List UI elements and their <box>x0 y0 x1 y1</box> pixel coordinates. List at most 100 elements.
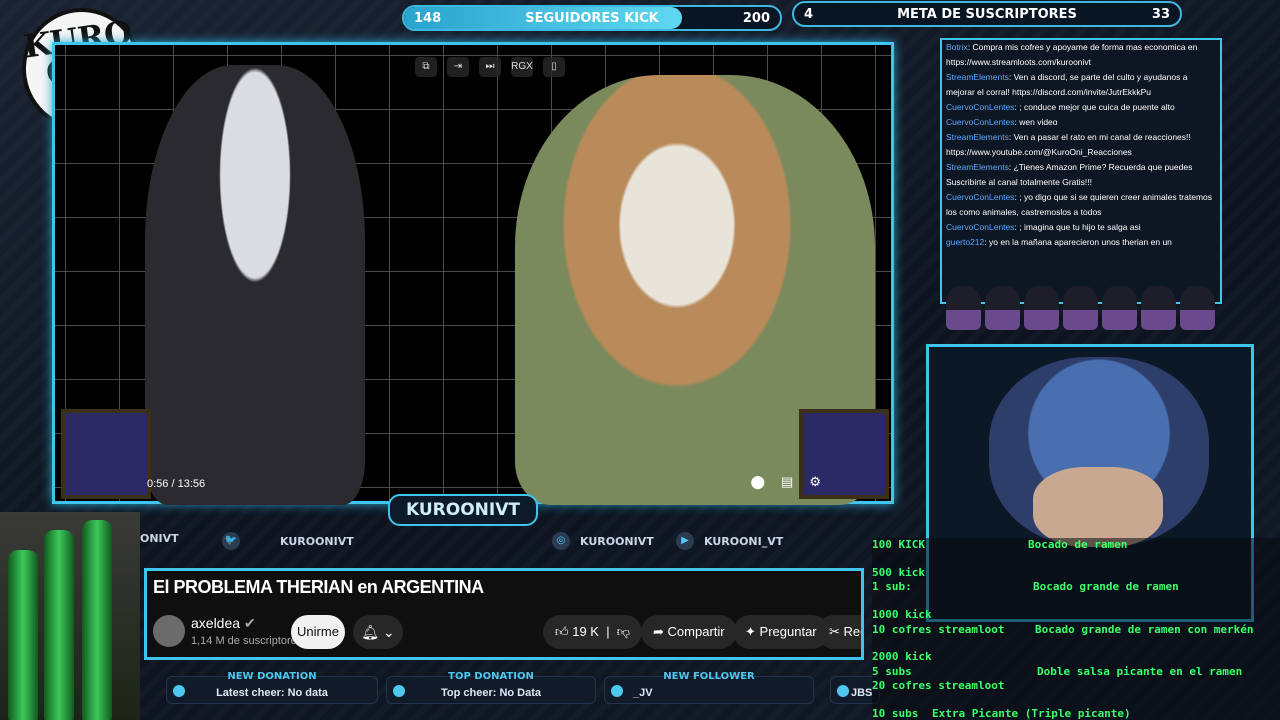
social-twitter: 🐦 KUROONIVT <box>222 532 354 550</box>
alert-value: Latest cheer: No data <box>216 687 328 699</box>
new-donation-widget: NEW DONATION Latest cheer: No data <box>166 671 378 704</box>
video-top-controls: ⧉ ⇥ ⏭ RGX ▯ <box>415 57 565 77</box>
bottle <box>8 550 38 720</box>
reward-name: Extra Picante (Triple picante) <box>932 707 1131 720</box>
alert-value: Top cheer: No Data <box>440 687 542 699</box>
twitter-icon: 🐦 <box>222 532 240 550</box>
social-instagram: ◎ KUROONIVT <box>552 532 654 550</box>
chat-username: StreamElements <box>946 72 1009 82</box>
rgx-extension-icon[interactable]: RGX <box>511 57 533 77</box>
like-button[interactable]: 👍︎ 19 K | 👎︎ <box>543 615 642 649</box>
subtitles-icon[interactable]: ▤ <box>781 474 793 490</box>
skip-icon[interactable]: ⏭ <box>479 57 501 77</box>
new-follower-widget: NEW FOLLOWER _JV <box>604 671 814 704</box>
reward-name: Bocado de ramen <box>1028 538 1128 551</box>
chat-message: CuervoConLentes: wen video <box>942 115 1220 130</box>
theater-icon[interactable]: ▯ <box>543 57 565 77</box>
instagram-icon: ◎ <box>552 532 570 550</box>
bottles-camera <box>0 512 140 720</box>
bottle <box>44 530 74 720</box>
chat-text: : yo en la mañana aparecieron unos theri… <box>984 237 1172 247</box>
join-button[interactable]: Unirme <box>291 615 345 649</box>
reward-cost: 10 cofres streamloot <box>872 623 1005 636</box>
mascot-character <box>1063 286 1098 330</box>
chat-text: : Compra mis cofres y apoyame de forma m… <box>946 42 1198 67</box>
notification-bell-button[interactable]: 🔔︎ ⌄ <box>353 615 403 649</box>
settings-icon[interactable]: ⚙ <box>809 474 821 490</box>
pixel-mascot-left <box>61 409 151 499</box>
exit-icon[interactable]: ⇥ <box>447 57 469 77</box>
chat-username: CuervoConLentes <box>946 102 1015 112</box>
bell-icon: 🔔︎ ⌄ <box>361 624 395 640</box>
chat-username: StreamElements <box>946 132 1009 142</box>
alert-label: TOP DONATION <box>448 671 534 682</box>
sub-goal-target: 33 <box>1151 6 1170 22</box>
chat-username: StreamElements <box>946 162 1009 172</box>
reward-name: Bocado grande de ramen <box>1033 580 1179 593</box>
mascot-character-row <box>946 286 1215 330</box>
social-left-text: ONIVT <box>140 532 179 545</box>
video-timecode: 0:56 / 13:56 <box>147 478 206 490</box>
chat-username: CuervoConLentes <box>946 222 1015 232</box>
scissors-icon: ✂ <box>829 624 840 639</box>
mascot-character <box>985 286 1020 330</box>
alert-label: NEW DONATION <box>227 671 317 682</box>
alert-label: NEW FOLLOWER <box>663 671 755 682</box>
alert-value: _JV <box>633 687 653 699</box>
chat-text: : ; imagina que tu hijo te salga asi <box>1014 222 1141 232</box>
social-youtube: ▶ KUROONI_VT <box>676 532 783 550</box>
streamer-name-badge: KUROONIVT <box>388 494 538 526</box>
top-donation-widget: TOP DONATION Top cheer: No Data <box>386 671 596 704</box>
chat-message: StreamElements: ¿Tienes Amazon Prime? Re… <box>942 160 1220 190</box>
share-button[interactable]: ➦ Compartir <box>641 615 737 649</box>
chat-message: Botrix: Compra mis cofres y apoyame de f… <box>942 40 1220 70</box>
chat-text: : ; conduce mejor que cuica de puente al… <box>1014 102 1175 112</box>
avatar-face <box>1033 467 1163 547</box>
mascot-character <box>946 286 981 330</box>
ask-button[interactable]: ✦ Preguntar <box>733 615 829 649</box>
twitter-handle: KUROONIVT <box>280 534 354 548</box>
youtube-handle: KUROONI_VT <box>704 534 784 548</box>
mascot-character <box>1024 286 1059 330</box>
miniplayer-icon[interactable]: ⧉ <box>415 57 437 77</box>
reward-name: Doble salsa picante en el ramen <box>1037 665 1243 678</box>
clip-button[interactable]: ✂ Rec <box>817 615 861 649</box>
social-left-label: ONIVT <box>140 532 179 545</box>
bottle <box>82 520 112 720</box>
reward-cost: 2000 kick <box>872 650 932 663</box>
subscriber-icon <box>837 685 849 697</box>
chat-message: CuervoConLentes: ; yo digo que si se qui… <box>942 190 1220 220</box>
chat-message: CuervoConLentes: ; imagina que tu hijo t… <box>942 220 1220 235</box>
share-icon: ➦ <box>653 624 664 639</box>
video-bottom-controls: ⬤ ▤ ⚙ <box>750 474 821 490</box>
follower-icon <box>611 685 623 697</box>
verified-icon: ✔ <box>243 615 256 631</box>
channel-name[interactable]: axeldea ✔ <box>191 615 256 632</box>
mascot-character <box>1180 286 1215 330</box>
youtube-video-info: El PROBLEMA THERIAN en ARGENTINA axeldea… <box>144 568 864 660</box>
fursuit-character-left <box>145 65 365 505</box>
reward-cost: 1 sub: <box>872 580 912 593</box>
subscriber-goal-bar: 4 META DE SUSCRIPTORES 33 <box>792 1 1182 27</box>
main-video-player[interactable]: ⧉ ⇥ ⏭ RGX ▯ 0:56 / 13:56 ⬤ ▤ ⚙ <box>52 42 894 505</box>
reward-name: Bocado grande de ramen con merkén <box>1035 623 1254 636</box>
channel-avatar[interactable] <box>153 615 185 647</box>
chat-username: guerto212 <box>946 237 985 247</box>
chat-message: StreamElements: Ven a discord, se parte … <box>942 70 1220 100</box>
chat-message: CuervoConLentes: ; conduce mejor que cui… <box>942 100 1220 115</box>
reward-cost: 500 kick <box>872 566 925 579</box>
sub-goal-label: META DE SUSCRIPTORES <box>897 6 1077 22</box>
youtube-icon: ▶ <box>676 532 694 550</box>
instagram-handle: KUROONIVT <box>580 534 654 548</box>
mascot-character <box>1141 286 1176 330</box>
sparkle-icon: ✦ <box>745 624 756 639</box>
chat-panel[interactable]: Botrix: Compra mis cofres y apoyame de f… <box>940 38 1222 304</box>
thumbs-up-icon: 👍︎ <box>555 624 569 639</box>
reward-cost: 5 subs <box>872 665 912 678</box>
chat-username: Botrix <box>946 42 968 52</box>
autoplay-toggle-icon[interactable]: ⬤ <box>750 474 765 490</box>
thumbs-down-icon[interactable]: 👎︎ <box>617 624 630 639</box>
subscriber-count: 1,14 M de suscriptores <box>191 635 303 647</box>
chat-username: CuervoConLentes <box>946 192 1015 202</box>
kick-goal-label: SEGUIDORES KICK <box>525 10 659 26</box>
